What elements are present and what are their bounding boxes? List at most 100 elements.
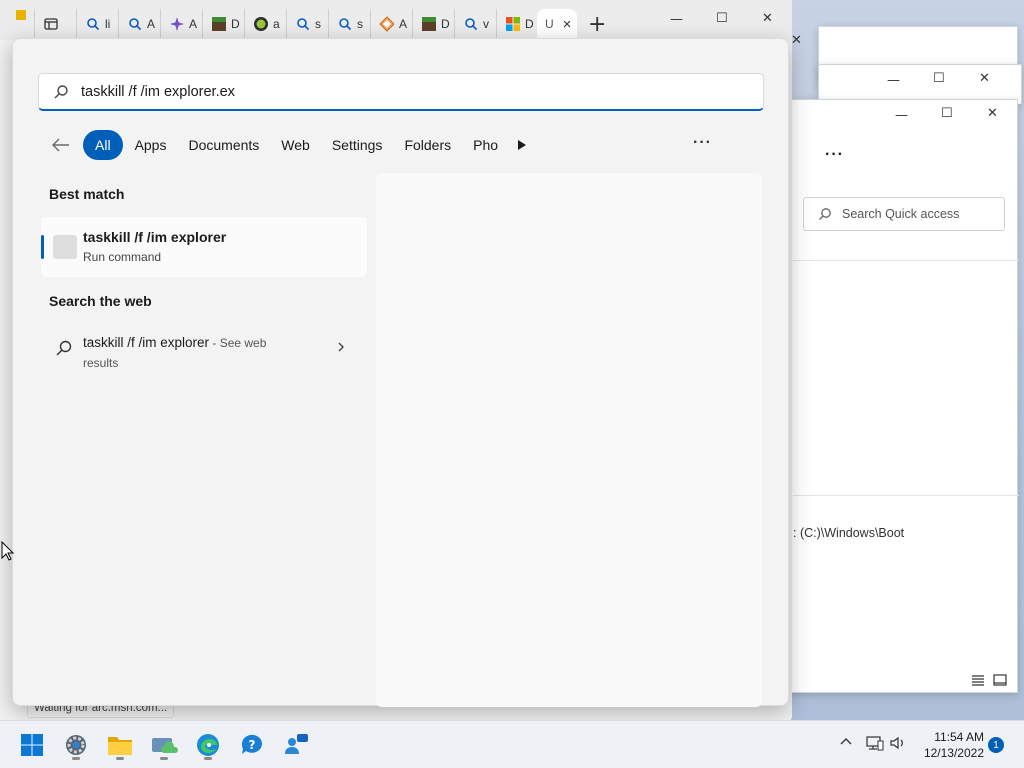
- preview-pane: [376, 173, 762, 707]
- tab-6[interactable]: a: [244, 9, 286, 39]
- tab-10[interactable]: D: [412, 9, 454, 39]
- tab-label: U: [545, 17, 554, 31]
- clock-date: 12/13/2022: [923, 746, 984, 760]
- tab-9[interactable]: A: [370, 9, 412, 39]
- search-icon: [819, 208, 831, 220]
- filter-apps[interactable]: Apps: [125, 130, 177, 160]
- file-explorer-window[interactable]: — ☐ ✕ ··· Search Quick access : (C:)\Win…: [786, 99, 1019, 693]
- svg-text:?: ?: [249, 738, 256, 752]
- chevron-up-icon[interactable]: [839, 735, 853, 747]
- sparkle-icon: [169, 16, 185, 32]
- tab-label: v: [483, 17, 489, 31]
- tab-label: A: [189, 17, 198, 31]
- quick-access-search[interactable]: Search Quick access: [803, 197, 1005, 231]
- tab-5[interactable]: D: [202, 9, 244, 39]
- folder-path: : (C:)\Windows\Boot: [793, 526, 905, 540]
- volume-icon[interactable]: [890, 735, 906, 751]
- tab-7[interactable]: s: [286, 9, 328, 39]
- search-placeholder: Search Quick access: [842, 207, 960, 221]
- background-window-close-icon[interactable]: ✕: [791, 33, 802, 48]
- search-box[interactable]: [38, 73, 764, 111]
- play-triangle-icon: [518, 140, 527, 150]
- web-search-result[interactable]: taskkill /f /im explorer - See web resul…: [41, 327, 367, 371]
- close-icon[interactable]: ✕: [987, 106, 998, 121]
- search-input[interactable]: [81, 83, 741, 100]
- network-icon[interactable]: [866, 735, 884, 751]
- cloud-sync-icon[interactable]: [148, 729, 180, 761]
- details-view-icon[interactable]: [971, 674, 985, 686]
- system-clock[interactable]: 11:54 AM 12/13/2022: [918, 729, 984, 761]
- app-icon-file: [16, 10, 26, 20]
- maximize-icon[interactable]: ☐: [933, 71, 945, 86]
- search-web-heading: Search the web: [49, 293, 152, 309]
- minecraft-icon: [211, 16, 227, 32]
- tab-12[interactable]: D: [496, 9, 538, 39]
- tab-label: s: [357, 17, 363, 31]
- close-icon[interactable]: ✕: [762, 11, 773, 26]
- get-help-icon[interactable]: ?: [236, 729, 268, 761]
- new-tab-button[interactable]: +: [588, 12, 606, 37]
- tab-label: s: [315, 17, 321, 31]
- windows-start-icon[interactable]: [16, 729, 48, 761]
- notification-badge[interactable]: 1: [988, 737, 1004, 753]
- back-button[interactable]: [43, 130, 79, 160]
- filter-all[interactable]: All: [83, 130, 123, 160]
- filter-photos[interactable]: Pho: [463, 130, 505, 160]
- divider: [793, 495, 1019, 496]
- filter-folders[interactable]: Folders: [394, 130, 461, 160]
- tab-label: D: [525, 17, 534, 31]
- overflow-menu-button[interactable]: ···: [693, 134, 712, 152]
- best-match-subtitle: Run command: [83, 250, 162, 264]
- tab-strip: li A A D a s s A D v D U × + — ☐ ✕: [0, 0, 792, 40]
- running-indicator: [160, 757, 168, 760]
- web-query: taskkill /f /im explorer: [83, 335, 210, 350]
- maximize-icon[interactable]: ☐: [941, 106, 953, 121]
- filter-web[interactable]: Web: [271, 130, 320, 160]
- tab-active[interactable]: U ×: [537, 9, 577, 39]
- close-tab-icon[interactable]: ×: [563, 16, 572, 33]
- filter-settings[interactable]: Settings: [322, 130, 393, 160]
- minimize-icon[interactable]: —: [895, 108, 908, 123]
- people-chat-icon[interactable]: [280, 729, 312, 761]
- tab-8[interactable]: s: [328, 9, 370, 39]
- more-options-button[interactable]: ···: [825, 146, 844, 164]
- tab-label: D: [231, 17, 240, 31]
- tab-label: A: [399, 17, 408, 31]
- best-match-result[interactable]: taskkill /f /im explorer Run command: [41, 217, 367, 277]
- file-explorer-icon[interactable]: [104, 729, 136, 761]
- chevron-right-icon[interactable]: [337, 341, 345, 353]
- tab-label: li: [105, 17, 111, 31]
- xbox-icon: [253, 16, 269, 32]
- tab-label: A: [147, 17, 156, 31]
- tab-11[interactable]: v: [454, 9, 496, 39]
- minecraft-icon: [421, 16, 437, 32]
- tab-2[interactable]: li: [76, 9, 118, 39]
- mouse-cursor-icon: [1, 541, 15, 561]
- search-icon: [85, 16, 101, 32]
- minimize-icon[interactable]: —: [670, 12, 683, 27]
- running-indicator: [116, 757, 124, 760]
- arrow-left-icon: [52, 138, 69, 152]
- background-window-2[interactable]: — ☐ ✕: [818, 64, 1022, 104]
- tab-3[interactable]: A: [118, 9, 160, 39]
- maximize-icon[interactable]: ☐: [716, 11, 728, 26]
- microsoft-icon: [505, 16, 521, 32]
- run-command-icon: [53, 235, 77, 259]
- tab-label: D: [441, 17, 450, 31]
- more-filters-button[interactable]: [511, 130, 533, 160]
- best-match-title: taskkill /f /im explorer: [83, 229, 227, 245]
- minimize-icon[interactable]: —: [887, 73, 900, 88]
- edge-icon[interactable]: [192, 729, 224, 761]
- filter-documents[interactable]: Documents: [178, 130, 269, 160]
- best-match-heading: Best match: [49, 186, 125, 202]
- tab-1[interactable]: [34, 9, 76, 39]
- taskbar: ? 11:54 AM 12/13/2022 1: [0, 720, 1024, 768]
- tiles-view-icon[interactable]: [993, 674, 1007, 686]
- search-icon: [127, 16, 143, 32]
- filter-bar: All Apps Documents Web Settings Folders …: [43, 129, 533, 161]
- start-search-panel: All Apps Documents Web Settings Folders …: [12, 38, 789, 707]
- tab-4[interactable]: A: [160, 9, 202, 39]
- close-icon[interactable]: ✕: [979, 71, 990, 86]
- divider: [793, 260, 1019, 261]
- settings-gear-icon[interactable]: [60, 729, 92, 761]
